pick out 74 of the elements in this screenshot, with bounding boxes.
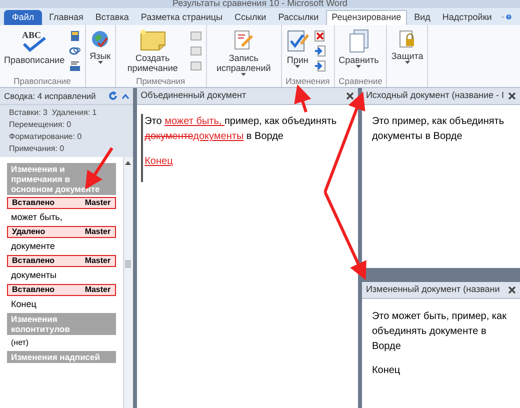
note-icon <box>138 29 167 51</box>
document-pencil-icon <box>232 29 255 51</box>
document-paragraph: Это может быть, пример, как объединять документедокументы в Ворде <box>144 115 338 144</box>
next-change-icon[interactable] <box>314 60 326 72</box>
section-note: (нет) <box>10 337 30 349</box>
revision-text: документы <box>10 269 58 282</box>
caret-icon <box>98 61 103 64</box>
revision-text: документе <box>10 240 56 253</box>
caret-icon <box>295 65 300 68</box>
scroll-thumb[interactable] <box>125 260 132 268</box>
section-header: Изменения и примечания в основном документе <box>7 163 116 195</box>
revision-author: Master <box>84 227 111 237</box>
ribbon-tab[interactable]: Главная <box>44 10 88 25</box>
globe-icon <box>90 29 110 49</box>
revision-type: Удалено <box>12 227 46 237</box>
group-label: Правописание <box>14 76 71 87</box>
ribbon-button[interactable]: Прин <box>286 29 310 68</box>
revision-author: Master <box>84 256 111 266</box>
document-paragraph: Конец <box>372 364 402 378</box>
group-label: Изменения <box>286 76 330 87</box>
annotation-arrow <box>294 84 312 112</box>
revision-author: Master <box>84 198 111 208</box>
document-paragraph: Конец <box>144 155 174 169</box>
ribbon-tab[interactable]: Вставка <box>90 10 134 25</box>
caret-icon <box>404 61 410 64</box>
scroll-up-icon[interactable] <box>125 161 132 165</box>
ribbon-button[interactable]: Создать примечание <box>120 29 186 73</box>
summary-stat: Форматирование: 0 <box>9 132 83 142</box>
ribbon-tab[interactable]: Рецензирование <box>326 10 408 25</box>
revision-author: Master <box>84 285 111 295</box>
caret-icon <box>356 65 362 68</box>
ribbon-button[interactable]: Запись исправлений <box>210 29 277 76</box>
ribbon-button[interactable]: Язык <box>90 29 111 64</box>
collapse-icon[interactable] <box>122 94 129 98</box>
document-paragraph: Это может быть, пример, как объединять документе в Ворде <box>372 310 508 354</box>
previous-change-icon[interactable] <box>314 45 326 57</box>
group-label: Сравнение <box>338 76 382 87</box>
summary-stat: Перемещения: 0 <box>9 120 72 130</box>
ribbon-tab[interactable]: Ссылки <box>230 10 272 25</box>
summary-title: Сводка: 4 исправлений <box>4 90 96 102</box>
change-bar <box>140 114 143 182</box>
reject-icon[interactable] <box>314 30 326 42</box>
accept-document-icon <box>286 29 310 53</box>
section-header: Изменения надписей <box>7 351 116 363</box>
revision-text: Конец <box>10 298 38 311</box>
close-icon[interactable] <box>508 286 516 294</box>
documents-icon <box>348 29 370 53</box>
revision-type: Вставлено <box>12 256 55 266</box>
close-icon[interactable] <box>346 92 354 100</box>
ribbon-button[interactable]: Защита <box>391 29 424 64</box>
revision-type: Вставлено <box>12 285 55 295</box>
ribbon-tab[interactable]: Вид <box>409 10 436 25</box>
close-icon[interactable] <box>508 92 516 100</box>
refresh-icon[interactable] <box>108 91 118 101</box>
book-icon[interactable] <box>68 30 81 42</box>
ribbon-button[interactable]: Сравнить <box>338 29 379 68</box>
file-tab[interactable]: Файл <box>4 10 42 25</box>
word-count-icon[interactable] <box>68 60 81 72</box>
summary-stat: Примечания: 0 <box>9 144 66 154</box>
caret-icon <box>241 73 246 76</box>
document-paragraph: Это пример, как объединять документы в Ворде <box>372 115 506 144</box>
ribbon-tab[interactable]: Рассылки <box>273 10 324 25</box>
revision-type: Вставлено <box>12 198 55 208</box>
pane-title: Исходный документ (название - I <box>366 89 504 102</box>
thesaurus-icon[interactable] <box>68 45 81 57</box>
ribbon-tab[interactable]: Надстройки <box>437 10 497 25</box>
group-label: Примечания <box>136 76 186 87</box>
section-header: Изменения колонтитулов <box>7 313 116 335</box>
summary-stat: Вставки: 3 Удаления: 1 <box>9 108 98 118</box>
pane-title: Объединенный документ <box>140 89 246 102</box>
ribbon-button[interactable]: ABC Правописание <box>4 29 65 65</box>
pane-title: Измененный документ (названи <box>366 283 500 296</box>
revision-text: может быть, <box>10 211 64 224</box>
ribbon-tab[interactable]: Разметка страницы <box>136 10 228 25</box>
